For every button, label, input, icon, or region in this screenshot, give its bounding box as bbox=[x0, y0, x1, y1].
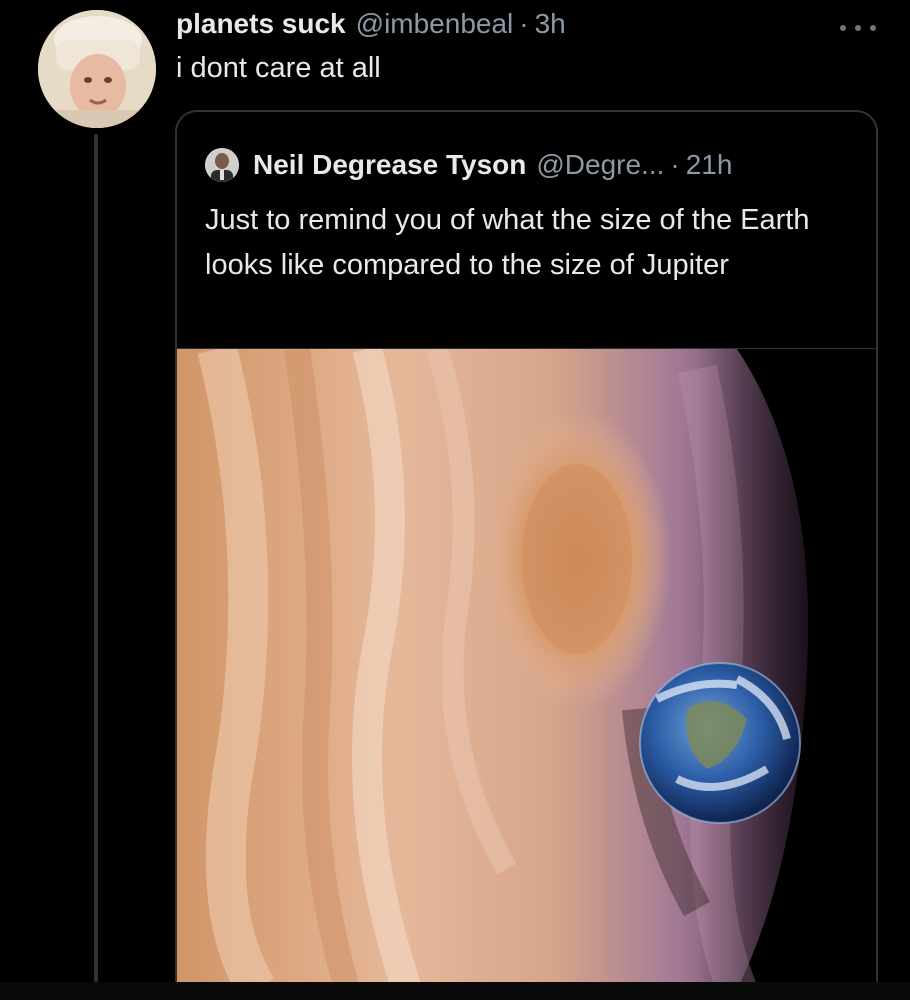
quote-header: Neil Degrease Tyson @Degre... · 21h bbox=[205, 148, 732, 182]
tweet[interactable]: planets suck @imbenbeal · 3h i dont care… bbox=[0, 0, 910, 1000]
quote-media[interactable] bbox=[177, 348, 876, 982]
quote-author-handle[interactable]: @Degre... bbox=[536, 149, 664, 181]
tweet-header: planets suck @imbenbeal · 3h bbox=[176, 8, 566, 48]
quote-author-name[interactable]: Neil Degrease Tyson bbox=[253, 149, 526, 181]
user-avatar-icon bbox=[205, 148, 239, 182]
quote-time[interactable]: 21h bbox=[686, 149, 733, 181]
jupiter-earth-image bbox=[177, 349, 876, 982]
quote-tweet[interactable]: Neil Degrease Tyson @Degre... · 21h Just… bbox=[175, 110, 878, 982]
tweet-text: i dont care at all bbox=[176, 52, 381, 84]
author-handle[interactable]: @imbenbeal bbox=[356, 8, 514, 40]
user-avatar-icon bbox=[38, 10, 156, 128]
author-name[interactable]: planets suck bbox=[176, 8, 346, 40]
tweet-time[interactable]: 3h bbox=[535, 8, 566, 40]
thread-line bbox=[94, 134, 98, 982]
more-options-icon[interactable] bbox=[840, 20, 876, 36]
quote-author-avatar[interactable] bbox=[205, 148, 239, 182]
quote-text: Just to remind you of what the size of t… bbox=[205, 204, 810, 281]
separator-dot: · bbox=[519, 8, 529, 39]
author-avatar[interactable] bbox=[38, 10, 156, 128]
separator-dot: · bbox=[670, 149, 680, 180]
bottom-bar bbox=[0, 982, 910, 1000]
